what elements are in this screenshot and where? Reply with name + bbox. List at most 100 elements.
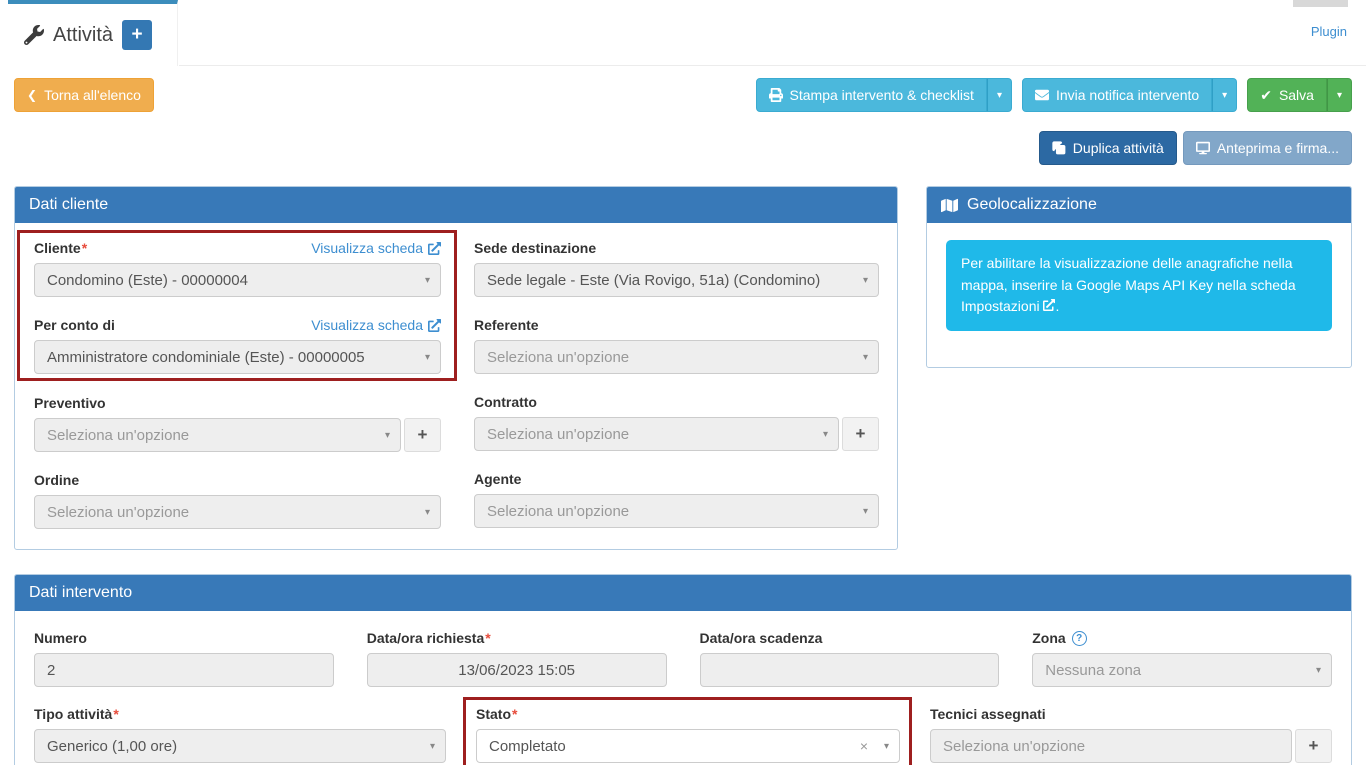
preventivo-select[interactable]: Seleziona un'opzione ▾	[34, 418, 401, 452]
add-preventivo-button[interactable]: +	[404, 418, 441, 452]
tipo-attivita-label: Tipo attività*	[34, 706, 119, 722]
highlight-box-stato: Stato* Completato × ▾	[463, 697, 912, 765]
stato-select[interactable]: Completato × ▾	[476, 729, 900, 763]
toolbar-row-2: Duplica attività Anteprima e firma...	[14, 131, 1352, 165]
maps-api-alert-suffix: .	[1055, 298, 1059, 314]
dati-cliente-header: Dati cliente	[15, 187, 897, 223]
required-mark: *	[82, 240, 87, 256]
zona-help-icon[interactable]: ?	[1072, 631, 1087, 646]
caret-down-icon: ▾	[385, 430, 390, 441]
tipo-attivita-select[interactable]: Generico (1,00 ore) ▾	[34, 729, 446, 763]
agente-field: Agente Seleziona un'opzione ▾	[474, 471, 879, 528]
highlight-box-cliente: Cliente* Visualizza scheda Condomino (Es…	[17, 230, 457, 381]
caret-down-icon: ▾	[425, 275, 430, 286]
visualizza-scheda-per-conto-link[interactable]: Visualizza scheda	[311, 317, 441, 333]
save-button-group: ✔ Salva ▾	[1247, 78, 1352, 112]
caret-down-icon: ▾	[425, 507, 430, 518]
cliente-label: Cliente*	[34, 240, 87, 256]
caret-down-icon: ▾	[1222, 90, 1227, 101]
geolocalizzazione-title: Geolocalizzazione	[967, 196, 1097, 214]
page-title: Attività	[53, 24, 113, 47]
per-conto-di-select[interactable]: Amministratore condominiale (Este) - 000…	[34, 340, 441, 374]
add-activity-button[interactable]: +	[122, 20, 152, 50]
impostazioni-link[interactable]: Impostazioni	[961, 298, 1055, 314]
dati-cliente-panel: Dati cliente Cliente* Visualizza scheda …	[14, 186, 898, 550]
agente-label: Agente	[474, 471, 521, 487]
cliente-select[interactable]: Condomino (Este) - 00000004 ▾	[34, 263, 441, 297]
tab-attivita[interactable]: Attività +	[8, 0, 178, 66]
preview-sign-button[interactable]: Anteprima e firma...	[1183, 131, 1352, 165]
ordine-select[interactable]: Seleziona un'opzione ▾	[34, 495, 441, 529]
cliente-field: Cliente* Visualizza scheda Condomino (Es…	[34, 240, 441, 297]
caret-down-icon: ▾	[1316, 665, 1321, 676]
notify-dropdown-toggle[interactable]: ▾	[1212, 78, 1237, 112]
notify-button[interactable]: Invia notifica intervento	[1022, 78, 1212, 112]
dati-cliente-right-column: Sede destinazione Sede legale - Este (Vi…	[474, 240, 879, 529]
clear-icon[interactable]: ×	[860, 738, 868, 754]
save-button-label: Salva	[1279, 87, 1314, 103]
plus-icon: +	[131, 24, 142, 46]
caret-down-icon: ▾	[823, 429, 828, 440]
plugin-link[interactable]: Plugin	[1311, 24, 1347, 39]
per-conto-di-label: Per conto di	[34, 317, 115, 333]
action-buttons: Stampa intervento & checklist ▾ Invia no…	[756, 78, 1352, 112]
data-richiesta-label: Data/ora richiesta*	[367, 630, 491, 646]
numero-input[interactable]: 2	[34, 653, 334, 687]
tecnici-label: Tecnici assegnati	[930, 706, 1046, 722]
required-mark: *	[113, 706, 118, 722]
notify-button-label: Invia notifica intervento	[1056, 87, 1199, 103]
agente-select[interactable]: Seleziona un'opzione ▾	[474, 494, 879, 528]
duplicate-button[interactable]: Duplica attività	[1039, 131, 1177, 165]
save-dropdown-toggle[interactable]: ▾	[1327, 78, 1352, 112]
data-richiesta-input[interactable]: 13/06/2023 15:05	[367, 653, 667, 687]
dati-cliente-left-column: Cliente* Visualizza scheda Condomino (Es…	[34, 240, 441, 529]
back-button[interactable]: ❮ Torna all'elenco	[14, 78, 154, 112]
numero-field: Numero 2	[34, 630, 334, 687]
save-button[interactable]: ✔ Salva	[1247, 78, 1327, 112]
caret-down-icon: ▾	[863, 506, 868, 517]
maps-api-alert-text: Per abilitare la visualizzazione delle a…	[961, 255, 1296, 293]
required-mark: *	[485, 630, 490, 646]
print-button[interactable]: Stampa intervento & checklist	[756, 78, 987, 112]
numero-label: Numero	[34, 630, 87, 646]
tecnici-select[interactable]: Seleziona un'opzione	[930, 729, 1292, 763]
map-icon	[941, 197, 958, 214]
data-richiesta-field: Data/ora richiesta* 13/06/2023 15:05	[367, 630, 667, 687]
dati-intervento-header: Dati intervento	[15, 575, 1351, 611]
preventivo-label: Preventivo	[34, 395, 106, 411]
dati-cliente-body: Cliente* Visualizza scheda Condomino (Es…	[15, 223, 897, 549]
plus-icon: +	[856, 424, 866, 444]
geolocalizzazione-body: Per abilitare la visualizzazione delle a…	[927, 223, 1351, 367]
external-link-icon	[1043, 299, 1055, 311]
geolocalizzazione-header: Geolocalizzazione	[927, 187, 1351, 223]
tipo-attivita-field: Tipo attività* Generico (1,00 ore) ▾	[34, 706, 446, 765]
print-button-group: Stampa intervento & checklist ▾	[756, 78, 1012, 112]
visualizza-scheda-cliente-link[interactable]: Visualizza scheda	[311, 240, 441, 256]
caret-down-icon: ▾	[1337, 90, 1342, 101]
caret-down-icon: ▾	[425, 352, 430, 363]
back-button-label: Torna all'elenco	[44, 87, 141, 103]
contratto-select[interactable]: Seleziona un'opzione ▾	[474, 417, 839, 451]
external-link-icon	[428, 242, 441, 255]
print-dropdown-toggle[interactable]: ▾	[987, 78, 1012, 112]
dati-intervento-body: Numero 2 Data/ora richiesta* 13/06/2023 …	[15, 611, 1351, 765]
panels-row: Dati cliente Cliente* Visualizza scheda …	[14, 186, 1352, 550]
dati-intervento-title: Dati intervento	[29, 584, 132, 602]
referente-label: Referente	[474, 317, 539, 333]
add-contratto-button[interactable]: +	[842, 417, 879, 451]
sede-destinazione-select[interactable]: Sede legale - Este (Via Rovigo, 51a) (Co…	[474, 263, 879, 297]
referente-select[interactable]: Seleziona un'opzione ▾	[474, 340, 879, 374]
ordine-label: Ordine	[34, 472, 79, 488]
add-tecnico-button[interactable]: +	[1295, 729, 1332, 763]
plus-icon: +	[1309, 736, 1319, 756]
data-scadenza-field: Data/ora scadenza	[700, 630, 1000, 687]
desktop-icon	[1196, 141, 1210, 155]
dati-intervento-panel: Dati intervento Numero 2 Data/ora richie…	[14, 574, 1352, 765]
wrench-icon	[24, 25, 44, 45]
referente-field: Referente Seleziona un'opzione ▾	[474, 317, 879, 374]
zona-select[interactable]: Nessuna zona ▾	[1032, 653, 1332, 687]
maps-api-alert: Per abilitare la visualizzazione delle a…	[946, 240, 1332, 331]
caret-down-icon: ▾	[997, 90, 1002, 101]
caret-down-icon: ▾	[863, 352, 868, 363]
data-scadenza-input[interactable]	[700, 653, 1000, 687]
